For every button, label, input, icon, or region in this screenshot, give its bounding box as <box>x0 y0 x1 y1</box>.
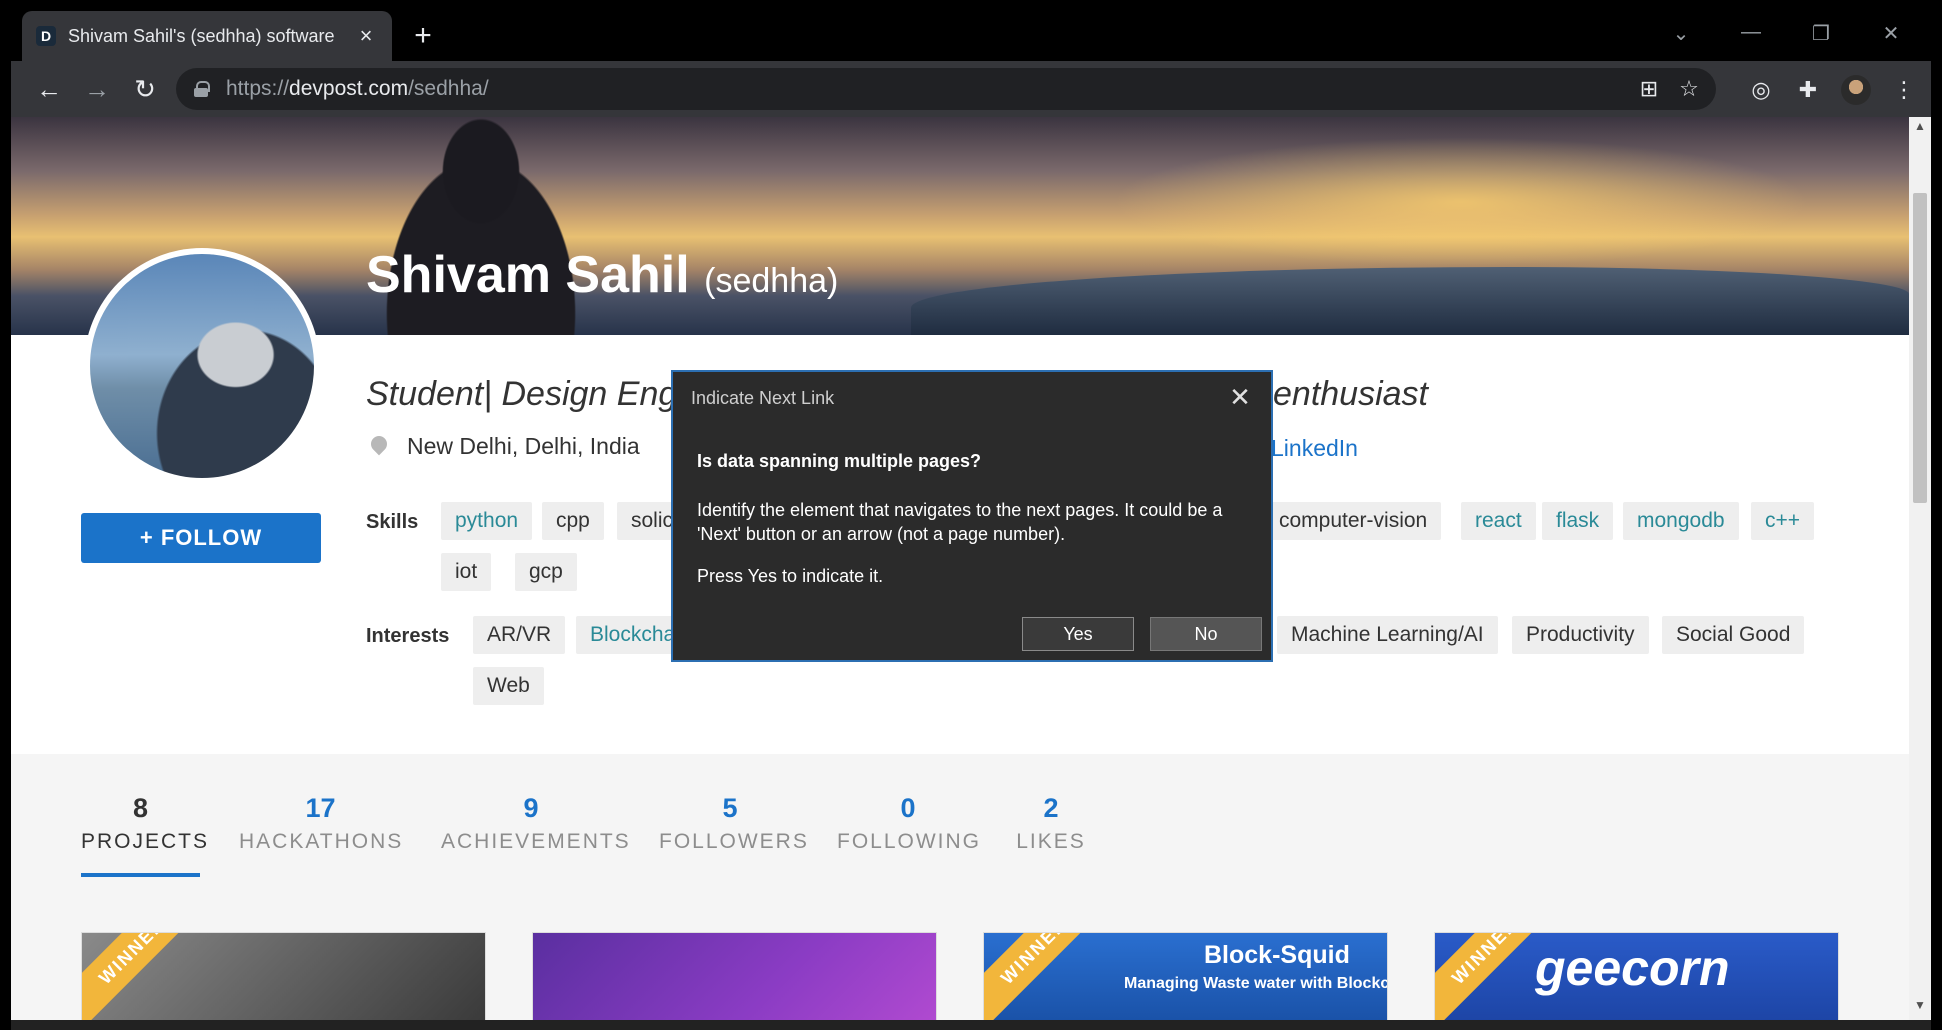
banner-wave <box>911 267 1909 335</box>
map-pin-icon <box>371 436 387 458</box>
interest-chip[interactable]: AR/VR <box>473 616 566 654</box>
qr-code-icon[interactable]: ⊞ <box>1636 76 1662 102</box>
tab-achievements[interactable]: 9 ACHIEVEMENTS <box>441 793 631 854</box>
interest-chip[interactable]: Web <box>473 667 544 705</box>
banner-sunset-glow <box>1111 137 1811 267</box>
profile-username: (sedhha) <box>704 262 839 300</box>
url-host: devpost.com <box>289 77 409 100</box>
location-text: New Delhi, Delhi, India <box>407 433 640 459</box>
stat-count: 5 <box>722 793 738 823</box>
profile-tagline-end: enthusiast <box>1273 375 1428 413</box>
project-card[interactable] <box>532 932 937 1020</box>
stat-count: 0 <box>900 793 916 823</box>
skill-chip[interactable]: cpp <box>542 502 604 540</box>
close-icon[interactable]: ✕ <box>1225 382 1255 412</box>
stat-label: LIKES <box>1016 830 1086 853</box>
close-window-icon[interactable]: ✕ <box>1861 21 1921 46</box>
scroll-down-icon[interactable]: ▼ <box>1909 998 1931 1018</box>
reload-icon[interactable]: ↻ <box>127 71 163 107</box>
skill-chip[interactable]: python <box>441 502 533 540</box>
card-subtitle: Managing Waste water with Blockch <box>1124 975 1388 992</box>
extensions-puzzle-icon[interactable]: ✚ <box>1793 75 1823 105</box>
linkedin-link[interactable]: LinkedIn <box>1271 435 1358 462</box>
bookmark-star-icon[interactable]: ☆ <box>1676 76 1702 102</box>
skill-chip[interactable]: iot <box>441 553 492 591</box>
profile-location: New Delhi, Delhi, India <box>371 433 640 460</box>
skill-chip[interactable]: react <box>1461 502 1536 540</box>
skills-label: Skills <box>366 511 419 533</box>
tab-hackathons[interactable]: 17 HACKATHONS <box>239 793 402 854</box>
card-logo: geecorn <box>1535 940 1730 996</box>
indicate-next-link-dialog: Indicate Next Link ✕ Is data spanning mu… <box>671 370 1273 662</box>
stat-count: 8 <box>132 793 149 823</box>
dialog-question: Is data spanning multiple pages? <box>697 451 982 471</box>
profile-avatar-icon[interactable] <box>1841 75 1871 105</box>
minimize-icon[interactable]: — <box>1721 21 1781 44</box>
back-icon[interactable]: ← <box>31 71 67 107</box>
tab-search-icon[interactable]: ⌄ <box>1651 21 1711 46</box>
stat-label: FOLLOWING <box>837 830 982 853</box>
stat-count: 9 <box>523 793 539 823</box>
skill-chip[interactable]: mongodb <box>1623 502 1739 540</box>
stat-label: ACHIEVEMENTS <box>441 830 631 853</box>
dialog-body: Identify the element that navigates to t… <box>697 500 1223 544</box>
tab-strip: D Shivam Sahil's (sedhha) software × + ⌄… <box>11 11 1931 61</box>
avatar-photo <box>90 254 314 478</box>
interest-chip[interactable]: Productivity <box>1512 616 1649 654</box>
tab-projects[interactable]: 8 PROJECTS <box>81 793 210 854</box>
active-tab-underline <box>81 873 200 877</box>
interest-chip[interactable]: Blockcha <box>576 616 686 654</box>
interests-label: Interests <box>366 625 450 647</box>
new-tab-icon[interactable]: + <box>406 19 440 53</box>
browser-toolbar: ← → ↻ https://devpost.com/sedhha/ ⊞ ☆ ◎ … <box>11 61 1931 117</box>
tab-followers[interactable]: 5 FOLLOWERS <box>659 793 809 854</box>
avatar <box>84 248 320 484</box>
page-scrollbar[interactable]: ▲ ▼ <box>1909 117 1931 1020</box>
interest-chip[interactable]: Machine Learning/AI <box>1277 616 1498 654</box>
yes-button[interactable]: Yes <box>1022 617 1134 651</box>
stat-label: FOLLOWERS <box>659 830 809 853</box>
address-bar[interactable]: https://devpost.com/sedhha/ ⊞ ☆ <box>176 68 1716 110</box>
stat-count: 2 <box>1043 793 1059 823</box>
follow-button[interactable]: + FOLLOW <box>81 513 321 563</box>
url-scheme: https:// <box>226 77 290 100</box>
skill-chip[interactable]: gcp <box>515 553 577 591</box>
profile-name: Shivam Sahil (sedhha) <box>366 245 838 305</box>
devpost-favicon-icon: D <box>36 26 56 46</box>
taskbar-edge <box>11 1020 1931 1030</box>
stat-count: 17 <box>305 793 336 823</box>
interest-chip[interactable]: Social Good <box>1662 616 1805 654</box>
project-card[interactable]: WINNER <box>81 932 486 1020</box>
lock-icon[interactable] <box>194 81 210 97</box>
menu-kebab-icon[interactable]: ⋮ <box>1889 75 1919 105</box>
stat-label: PROJECTS <box>81 830 210 853</box>
scroll-up-icon[interactable]: ▲ <box>1909 119 1931 139</box>
card-title: Block-Squid <box>1204 941 1350 969</box>
tab-following[interactable]: 0 FOLLOWING <box>837 793 979 854</box>
winner-ribbon: WINNER <box>984 933 1109 1020</box>
tab-close-icon[interactable]: × <box>354 23 378 49</box>
project-card[interactable]: WINNER geecorn <box>1434 932 1839 1020</box>
winner-ribbon: WINNER <box>82 933 207 1020</box>
skill-chip[interactable]: computer-vision <box>1271 502 1442 540</box>
profile-full-name: Shivam Sahil <box>366 246 690 304</box>
skill-chip[interactable]: c++ <box>1751 502 1815 540</box>
skill-chip[interactable]: flask <box>1542 502 1614 540</box>
no-button[interactable]: No <box>1150 617 1262 651</box>
tab-likes[interactable]: 2 LIKES <box>1016 793 1086 854</box>
url-path: /sedhha/ <box>408 77 489 100</box>
tab-title: Shivam Sahil's (sedhha) software <box>68 25 335 46</box>
stat-label: HACKATHONS <box>239 830 404 853</box>
dialog-instruction: Press Yes to indicate it. <box>697 566 884 586</box>
browser-tab[interactable]: D Shivam Sahil's (sedhha) software × <box>22 11 392 61</box>
forward-icon[interactable]: → <box>79 71 115 107</box>
scroll-thumb[interactable] <box>1913 193 1927 503</box>
extension-target-icon[interactable]: ◎ <box>1746 75 1776 105</box>
dialog-title: Indicate Next Link <box>691 388 835 408</box>
project-card[interactable]: WINNER Block-Squid Managing Waste water … <box>983 932 1388 1020</box>
restore-icon[interactable]: ❐ <box>1791 21 1851 46</box>
profile-tagline: Student| Design Engi <box>366 375 685 413</box>
